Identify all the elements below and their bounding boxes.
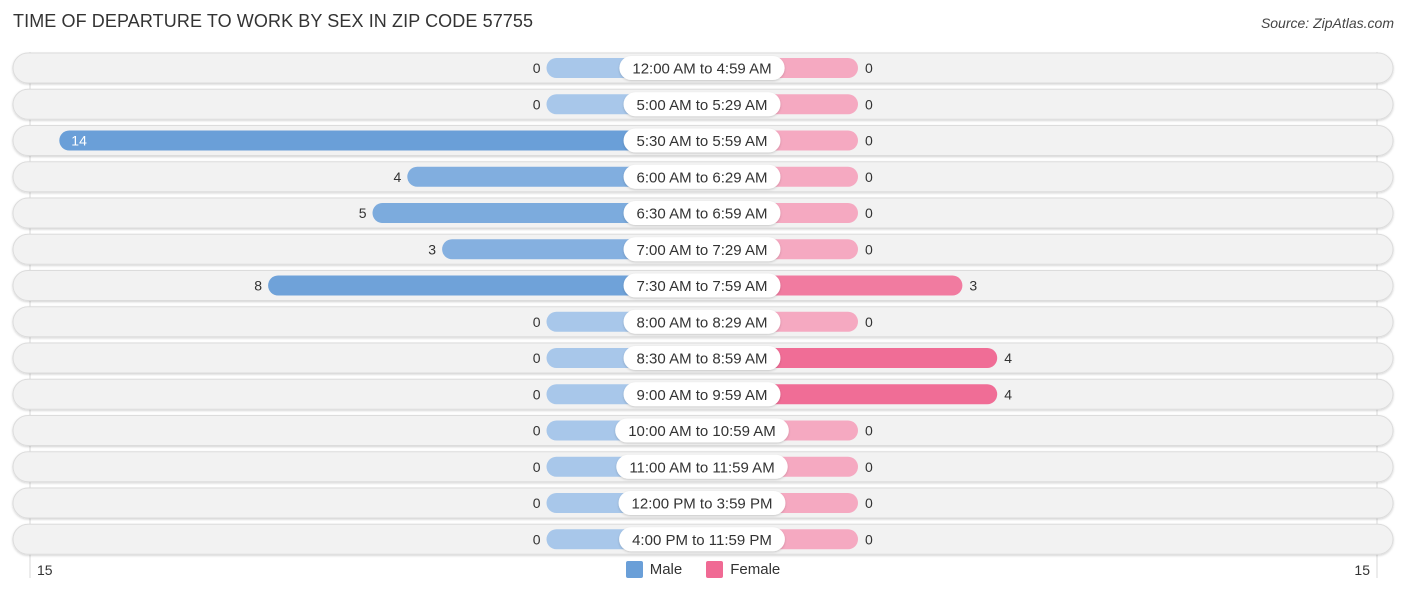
legend-item-male: Male [625,561,683,578]
male-value-label: 0 [533,96,541,112]
chart-canvas: 12:00 AM to 4:59 AM 0 0 5:00 AM to 5:29 AM 0… [12,52,1394,578]
category-label: 9:00 AM to 9:59 AM [637,387,768,404]
female-value-label: 0 [865,531,873,547]
female-value-label: 3 [969,278,977,294]
male-value-label: 0 [533,314,541,330]
female-value-label: 0 [865,205,873,221]
category-label: 8:00 AM to 8:29 AM [637,314,768,331]
female-value-label: 0 [865,459,873,475]
male-value-label: 0 [533,531,541,547]
female-value-label: 0 [865,314,873,330]
category-label: 12:00 PM to 3:59 PM [632,496,773,513]
legend-item-female: Female [706,561,780,578]
male-value-label: 0 [533,60,541,76]
male-value-label: 0 [533,495,541,511]
male-value-label: 3 [428,241,436,257]
female-value-label: 4 [1004,386,1012,402]
category-label: 8:30 AM to 8:59 AM [637,351,768,368]
legend: Male Female [0,561,1406,578]
category-label: 5:30 AM to 5:59 AM [637,133,768,150]
male-value-label: 4 [394,169,402,185]
category-label: 6:30 AM to 6:59 AM [637,206,768,223]
category-label: 7:00 AM to 7:29 AM [637,242,768,259]
male-value-label: 0 [533,423,541,439]
male-bar [59,130,703,151]
female-value-label: 0 [865,96,873,112]
female-value-label: 0 [865,60,873,76]
male-value-label: 0 [533,350,541,366]
male-value-label: 0 [533,386,541,402]
category-label: 4:00 PM to 11:59 PM [632,532,772,549]
legend-swatch-female [706,561,724,578]
legend-label-female: Female [730,561,781,578]
category-label: 11:00 AM to 11:59 AM [629,459,774,476]
female-value-label: 0 [865,495,873,511]
female-value-label: 0 [865,169,873,185]
female-value-label: 0 [865,241,873,257]
female-value-label: 4 [1004,350,1012,366]
category-label: 10:00 AM to 10:59 AM [628,423,776,440]
category-label: 6:00 AM to 6:29 AM [637,169,768,186]
female-value-label: 0 [865,423,873,439]
male-value-label: 8 [254,278,262,294]
male-value-label: 0 [533,459,541,475]
female-value-label: 0 [865,133,873,149]
category-label: 7:30 AM to 7:59 AM [637,278,768,295]
male-value-label: 5 [359,205,367,221]
category-label: 5:00 AM to 5:29 AM [637,97,768,114]
male-value-label: 14 [71,133,87,149]
legend-label-male: Male [649,561,683,578]
category-label: 12:00 AM to 4:59 AM [632,61,771,78]
legend-swatch-male [625,561,643,578]
